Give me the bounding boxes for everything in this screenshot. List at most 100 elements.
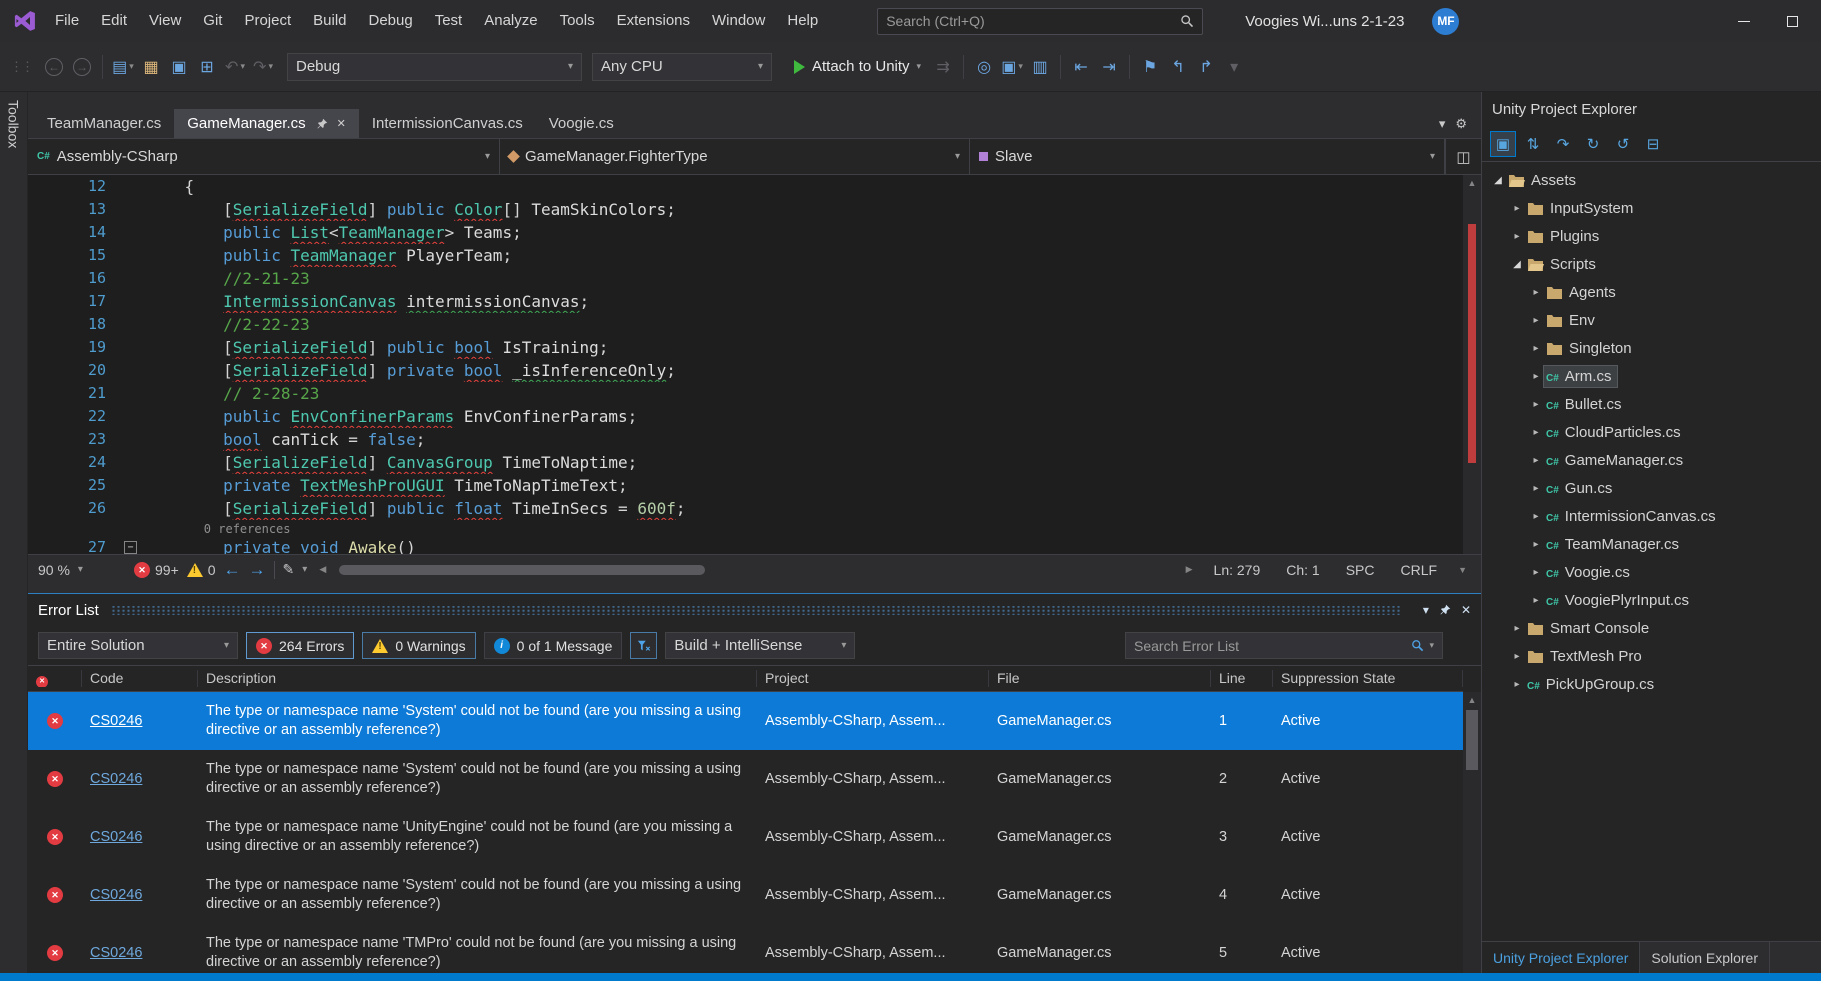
chevron-collapsed-icon[interactable]: ▸ — [1528, 287, 1544, 298]
code-line[interactable]: 23 bool canTick = false; — [28, 428, 1463, 451]
code-line[interactable]: 15 public TeamManager PlayerTeam; — [28, 244, 1463, 267]
scroll-down-icon[interactable]: ▼ — [1454, 565, 1471, 575]
menu-git[interactable]: Git — [192, 0, 233, 42]
maximize-button[interactable] — [1771, 3, 1813, 39]
panel-splitter[interactable] — [28, 584, 1481, 593]
chevron-expanded-icon[interactable]: ◢ — [1490, 175, 1506, 186]
code-line[interactable]: 21 // 2-28-23 — [28, 382, 1463, 405]
chevron-expanded-icon[interactable]: ◢ — [1509, 259, 1525, 270]
editor-horizontal-scrollbar[interactable]: ◀ ▶ — [315, 555, 1196, 584]
error-row[interactable]: ✕CS0246The type or namespace name 'Unity… — [28, 808, 1463, 866]
toolbox-side-tab[interactable]: Toolbox — [0, 92, 28, 973]
menu-tools[interactable]: Tools — [549, 0, 606, 42]
tree-item-gun-cs[interactable]: ▸C#Gun.cs — [1482, 474, 1821, 502]
column-header-line[interactable]: Line — [1211, 670, 1273, 687]
error-code-cell[interactable]: CS0246 — [82, 829, 198, 845]
menu-extensions[interactable]: Extensions — [606, 0, 701, 42]
document-warnings-indicator[interactable]: 0 — [187, 562, 216, 578]
chevron-down-icon[interactable]: ▾ — [1429, 640, 1434, 651]
error-list-scrollbar[interactable]: ▲ — [1463, 692, 1481, 973]
tree-item-env[interactable]: ▸Env — [1482, 306, 1821, 334]
code-line[interactable]: 17 IntermissionCanvas intermissionCanvas… — [28, 290, 1463, 313]
error-list-search-input[interactable] — [1134, 638, 1411, 654]
chevron-collapsed-icon[interactable]: ▸ — [1509, 651, 1525, 662]
code-line[interactable]: 0 references — [28, 520, 1463, 536]
scroll-left-icon[interactable]: ◀ — [315, 564, 330, 575]
chevron-collapsed-icon[interactable]: ▸ — [1509, 203, 1525, 214]
chevron-collapsed-icon[interactable]: ▸ — [1528, 511, 1544, 522]
error-list-search[interactable]: ▾ — [1125, 632, 1443, 659]
tree-item-inputsystem[interactable]: ▸InputSystem — [1482, 194, 1821, 222]
source-dropdown[interactable]: Build + IntelliSense ▾ — [665, 632, 855, 659]
chevron-collapsed-icon[interactable]: ▸ — [1528, 455, 1544, 466]
column-header-project[interactable]: Project — [757, 670, 989, 687]
error-code-link[interactable]: CS0246 — [90, 829, 142, 845]
tree-item-bullet-cs[interactable]: ▸C#Bullet.cs — [1482, 390, 1821, 418]
menu-test[interactable]: Test — [424, 0, 474, 42]
collapse-all-icon[interactable]: ⊟ — [1640, 131, 1666, 157]
menu-view[interactable]: View — [138, 0, 192, 42]
error-row[interactable]: ✕CS0246The type or namespace name 'Syste… — [28, 750, 1463, 808]
error-code-link[interactable]: CS0246 — [90, 713, 142, 729]
chevron-collapsed-icon[interactable]: ▸ — [1528, 427, 1544, 438]
column-header-file[interactable]: File — [989, 670, 1211, 687]
account-avatar[interactable]: MF — [1432, 8, 1459, 35]
global-search-input[interactable] — [886, 13, 1180, 29]
tree-item-voogie-cs[interactable]: ▸C#Voogie.cs — [1482, 558, 1821, 586]
menu-help[interactable]: Help — [776, 0, 829, 42]
attach-process-icon[interactable]: ⇉ — [929, 52, 957, 82]
close-icon[interactable]: ✕ — [1461, 603, 1471, 617]
sort-icon[interactable]: ⇅ — [1520, 131, 1546, 157]
tab-intermissioncanvas-cs[interactable]: IntermissionCanvas.cs — [359, 109, 536, 138]
code-line[interactable]: 19 [SerializeField] public bool IsTraini… — [28, 336, 1463, 359]
code-line[interactable]: 14 public List<TeamManager> Teams; — [28, 221, 1463, 244]
tree-item-textmesh-pro[interactable]: ▸TextMesh Pro — [1482, 642, 1821, 670]
error-code-cell[interactable]: CS0246 — [82, 887, 198, 903]
pin-icon[interactable] — [1439, 604, 1451, 616]
tab-voogie-cs[interactable]: Voogie.cs — [536, 109, 627, 138]
tree-item-voogieplyrinput-cs[interactable]: ▸C#VoogiePlyrInput.cs — [1482, 586, 1821, 614]
open-folder-icon[interactable]: ▦ — [137, 52, 165, 82]
chevron-collapsed-icon[interactable]: ▸ — [1528, 315, 1544, 326]
status-line-ending[interactable]: CRLF — [1392, 562, 1447, 578]
error-list-scrollbar-thumb[interactable] — [1466, 710, 1478, 770]
tree-item-assets[interactable]: ◢Assets — [1482, 166, 1821, 194]
error-row[interactable]: ✕CS0246The type or namespace name 'Syste… — [28, 866, 1463, 924]
fold-collapse-icon[interactable]: − — [124, 541, 137, 554]
prev-bookmark-icon[interactable]: ↰ — [1164, 52, 1192, 82]
indent-decrease-icon[interactable]: ⇤ — [1067, 52, 1095, 82]
tree-item-intermissioncanvas-cs[interactable]: ▸C#IntermissionCanvas.cs — [1482, 502, 1821, 530]
tree-item-cloudparticles-cs[interactable]: ▸C#CloudParticles.cs — [1482, 418, 1821, 446]
menu-project[interactable]: Project — [233, 0, 302, 42]
redo-icon[interactable]: ↷▾ — [249, 52, 277, 82]
find-in-files-icon[interactable]: ◎ — [970, 52, 998, 82]
sync-icon[interactable]: ↺ — [1610, 131, 1636, 157]
code-line[interactable]: 22 public EnvConfinerParams EnvConfinerP… — [28, 405, 1463, 428]
member-dropdown[interactable]: Slave ▾ — [970, 139, 1445, 174]
code-line[interactable]: 26 [SerializeField] public float TimeInS… — [28, 497, 1463, 520]
severity-column-header[interactable]: ✕ — [28, 670, 82, 687]
tab-gamemanager-cs[interactable]: GameManager.cs✕ — [174, 109, 359, 138]
column-header-suppression-state[interactable]: Suppression State — [1273, 670, 1463, 687]
errors-filter-button[interactable]: ✕ 264 Errors — [246, 632, 354, 659]
navigate-back-icon[interactable]: ← — [224, 560, 241, 580]
code-line[interactable]: 25 private TextMeshProUGUI TimeToNapTime… — [28, 474, 1463, 497]
pin-icon[interactable] — [316, 118, 328, 130]
chevron-collapsed-icon[interactable]: ▸ — [1509, 679, 1525, 690]
attach-to-unity-button[interactable]: Attach to Unity ▾ — [786, 52, 929, 82]
chevron-down-icon[interactable]: ▾ — [302, 564, 307, 575]
document-errors-indicator[interactable]: ✕ 99+ — [134, 562, 179, 578]
code-cleanup-icon[interactable]: ✎ — [283, 561, 295, 578]
menu-analyze[interactable]: Analyze — [473, 0, 548, 42]
code-editor[interactable]: 12 {13 [SerializeField] public Color[] T… — [28, 175, 1481, 554]
scroll-up-icon[interactable]: ▲ — [1463, 175, 1481, 191]
editor-scrollbar-track[interactable] — [1463, 191, 1481, 554]
tree-item-smart-console[interactable]: ▸Smart Console — [1482, 614, 1821, 642]
tree-item-pickupgroup-cs[interactable]: ▸C#PickUpGroup.cs — [1482, 670, 1821, 698]
tree-item-plugins[interactable]: ▸Plugins — [1482, 222, 1821, 250]
code-area[interactable]: 12 {13 [SerializeField] public Color[] T… — [28, 175, 1463, 554]
code-line[interactable]: 24 [SerializeField] CanvasGroup TimeToNa… — [28, 451, 1463, 474]
chevron-collapsed-icon[interactable]: ▸ — [1528, 595, 1544, 606]
project-dropdown[interactable]: C# Assembly-CSharp ▾ — [28, 139, 500, 174]
chevron-collapsed-icon[interactable]: ▸ — [1509, 623, 1525, 634]
